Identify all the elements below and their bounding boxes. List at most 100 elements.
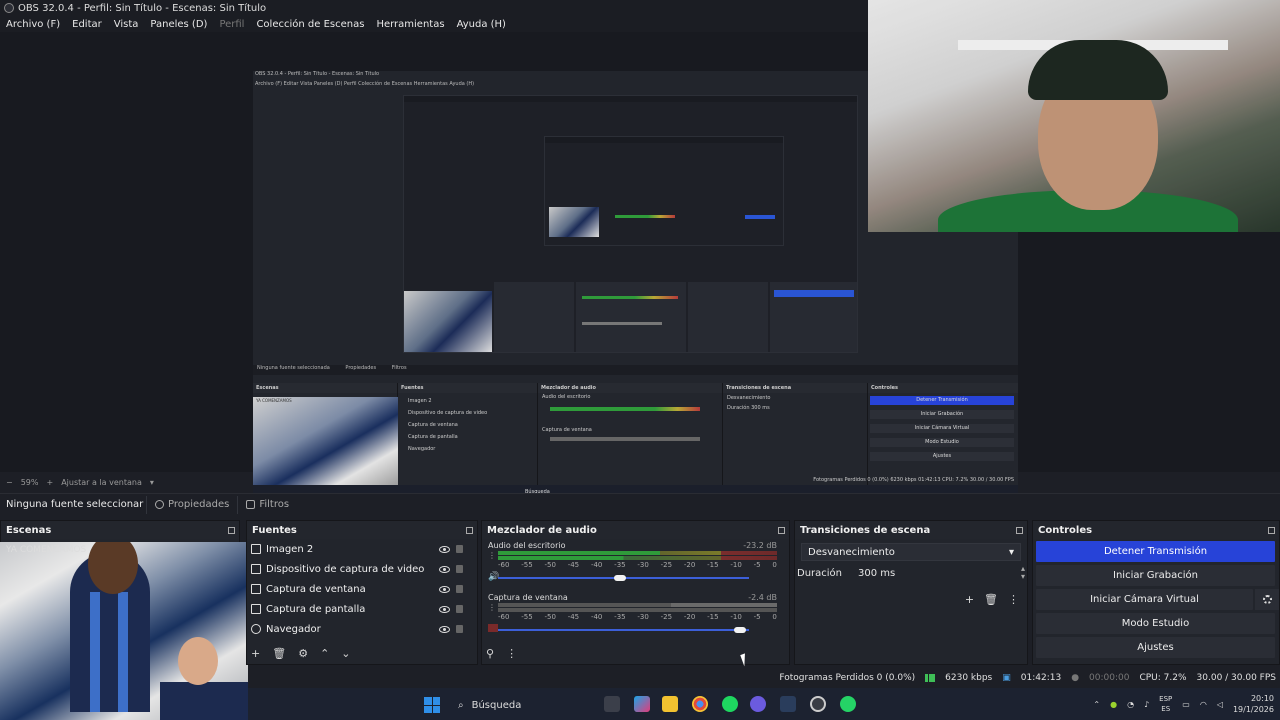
trash-icon[interactable]: 🗑 xyxy=(272,647,286,660)
channel-name: Audio del escritorio xyxy=(488,541,566,550)
windows-start-icon[interactable] xyxy=(424,697,440,713)
whatsapp-icon[interactable] xyxy=(840,696,856,712)
menu-herramientas[interactable]: Herramientas xyxy=(376,19,444,30)
signal-icon xyxy=(925,674,936,682)
fps: 30.00 / 30.00 FPS xyxy=(1196,673,1276,683)
nested-sources-dock: Fuentes Imagen 2 Dispositivo de captura … xyxy=(398,383,538,487)
lock-icon[interactable] xyxy=(456,625,463,633)
add-source-icon[interactable]: + xyxy=(251,647,260,660)
kebab-menu-icon[interactable]: ⋮ xyxy=(488,551,496,560)
zoom-minus-icon[interactable]: − xyxy=(6,478,13,487)
eye-icon[interactable] xyxy=(439,565,450,573)
chrome-icon[interactable] xyxy=(692,696,708,712)
chevron-up-icon[interactable]: ⌃ xyxy=(1093,700,1100,709)
scene-preview-image[interactable]: YA COMENZAMOS xyxy=(0,542,248,720)
nested-src-2: Dispositivo de captura de video xyxy=(408,410,488,416)
transition-select[interactable]: Desvanecimiento ▾ xyxy=(801,543,1021,561)
title-bar: OBS 32.0.4 - Perfil: Sin Título - Escena… xyxy=(0,0,870,16)
menu-perfil[interactable]: Perfil xyxy=(219,19,244,30)
eye-icon[interactable] xyxy=(439,625,450,633)
lock-icon[interactable] xyxy=(456,605,463,613)
task-view-icon[interactable] xyxy=(604,696,620,712)
obs-logo-icon xyxy=(4,3,14,13)
menu-paneles[interactable]: Paneles (D) xyxy=(150,19,207,30)
source-item[interactable]: Captura de ventana xyxy=(247,579,477,599)
menu-coleccion-escenas[interactable]: Colección de Escenas xyxy=(256,19,364,30)
menu-ayuda[interactable]: Ayuda (H) xyxy=(457,19,506,30)
filters-button[interactable]: Filtros xyxy=(237,495,297,514)
network-icon[interactable]: ◔ xyxy=(1127,700,1134,709)
studio-mode-button[interactable]: Modo Estudio xyxy=(1036,613,1275,634)
muted-speaker-icon[interactable] xyxy=(488,624,498,632)
lock-icon[interactable] xyxy=(456,565,463,573)
filters-label: Filtros xyxy=(259,499,290,510)
transitions-header: Transiciones de escena xyxy=(795,521,1027,539)
discord-icon[interactable] xyxy=(750,696,766,712)
undock-icon[interactable] xyxy=(1268,526,1275,534)
source-item[interactable]: Captura de pantalla xyxy=(247,599,477,619)
zoom-plus-icon[interactable]: + xyxy=(46,478,53,487)
undock-icon[interactable] xyxy=(228,526,235,534)
clock[interactable]: 20:10 19/1/2026 xyxy=(1233,693,1274,715)
volume-slider-handle[interactable] xyxy=(734,627,746,633)
nested-nosel: Ninguna fuente seleccionada xyxy=(257,365,330,371)
stepper-icon[interactable]: ▴ ▾ xyxy=(1021,565,1025,581)
kebab-menu-icon[interactable]: ⋮ xyxy=(506,647,517,660)
start-recording-button[interactable]: Iniciar Grabación xyxy=(1036,565,1275,586)
volume-icon[interactable]: ◁ xyxy=(1217,700,1223,709)
settings-button[interactable]: Ajustes xyxy=(1036,637,1275,658)
menu-vista[interactable]: Vista xyxy=(114,19,139,30)
source-item[interactable]: Dispositivo de captura de video xyxy=(247,559,477,579)
source-item[interactable]: Imagen 2 xyxy=(247,539,477,559)
obs-app-icon[interactable] xyxy=(810,696,826,712)
menu-archivo[interactable]: Archivo (F) xyxy=(6,19,60,30)
stop-streaming-button[interactable]: Detener Transmisión xyxy=(1036,541,1275,562)
nested-sources-panel xyxy=(494,282,574,352)
nested-window-2 xyxy=(544,136,784,246)
lang-top: ESP xyxy=(1159,695,1173,703)
preview-area[interactable]: OBS 32.0.4 - Perfil: Sin Título - Escena… xyxy=(0,0,1280,502)
tick-label: -5 xyxy=(753,613,761,621)
spotify-icon[interactable] xyxy=(722,696,738,712)
move-down-icon[interactable]: ⌄ xyxy=(341,647,350,660)
menu-editar[interactable]: Editar xyxy=(72,19,102,30)
eye-icon[interactable] xyxy=(439,585,450,593)
dropped-frames: Fotogramas Perdidos 0 (0.0%) xyxy=(779,673,916,683)
taskbar-search[interactable]: ⌕ Búsqueda xyxy=(452,694,592,716)
lock-icon[interactable] xyxy=(456,545,463,553)
zoom-bar: − 59% + Ajustar a la ventana ▾ xyxy=(0,476,1280,488)
nested-props: Propiedades xyxy=(345,365,377,371)
virtual-camera-settings-button[interactable] xyxy=(1255,589,1279,610)
gear-icon[interactable]: ⚙ xyxy=(298,647,308,660)
chevron-down-icon[interactable]: ▾ xyxy=(150,478,154,487)
eye-icon[interactable] xyxy=(439,545,450,553)
volume-slider-handle[interactable] xyxy=(614,575,626,581)
lock-icon[interactable] xyxy=(456,585,463,593)
file-explorer-icon[interactable] xyxy=(662,696,678,712)
tray-app-icon[interactable]: ● xyxy=(1110,700,1117,709)
steam-icon[interactable] xyxy=(780,696,796,712)
duration-input[interactable]: 300 ms xyxy=(858,568,1005,579)
fit-to-window-select[interactable]: Ajustar a la ventana xyxy=(61,478,142,487)
display-icon[interactable]: ▭ xyxy=(1182,700,1190,709)
undock-icon[interactable] xyxy=(1016,526,1023,534)
add-transition-icon[interactable]: + xyxy=(965,593,974,606)
microphone-icon[interactable]: ♪ xyxy=(1144,700,1149,709)
eye-icon[interactable] xyxy=(439,605,450,613)
undock-icon[interactable] xyxy=(778,526,785,534)
source-item[interactable]: Navegador xyxy=(247,619,477,639)
properties-button[interactable]: Propiedades xyxy=(146,495,237,514)
copilot-icon[interactable] xyxy=(634,696,650,712)
wifi-icon[interactable]: ◠ xyxy=(1200,700,1207,709)
kebab-menu-icon[interactable]: ⋮ xyxy=(1008,593,1019,606)
link-icon[interactable]: ⚲ xyxy=(486,647,494,660)
undock-icon[interactable] xyxy=(466,526,473,534)
level-meter xyxy=(498,556,777,560)
tick-label: -35 xyxy=(614,561,626,569)
trash-icon[interactable]: 🗑 xyxy=(984,593,998,606)
move-up-icon[interactable]: ⌃ xyxy=(320,647,329,660)
kebab-menu-icon[interactable]: ⋮ xyxy=(488,603,496,612)
start-virtual-camera-button[interactable]: Iniciar Cámara Virtual xyxy=(1036,589,1253,610)
language-indicator[interactable]: ESP ES xyxy=(1159,694,1172,714)
volume-slider[interactable] xyxy=(498,629,749,631)
